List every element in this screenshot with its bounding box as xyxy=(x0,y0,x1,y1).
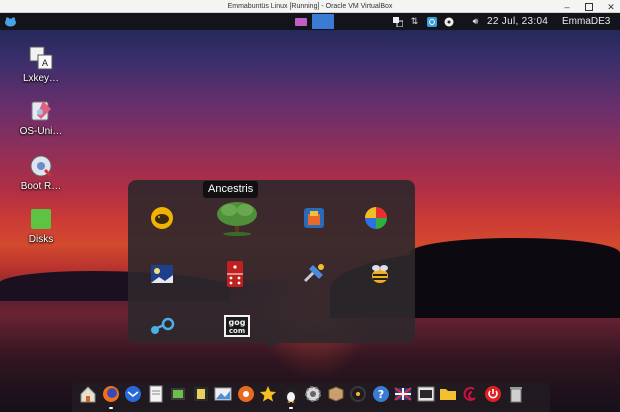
dock-item-folder[interactable] xyxy=(438,386,458,406)
desktop-icon-label: Lxkey… xyxy=(22,73,60,84)
desktop-icon-label: Boot R… xyxy=(20,181,62,192)
help-icon: ? xyxy=(372,385,390,407)
shopping-app-icon xyxy=(304,208,324,228)
boot-repair-icon xyxy=(28,153,54,179)
dock-item-power[interactable] xyxy=(483,386,503,406)
dock-item-text-editor[interactable] xyxy=(146,385,166,407)
settings-gear-icon xyxy=(304,385,322,407)
dock-item-thunderbird[interactable] xyxy=(123,386,143,406)
system-tray: ⇅ 🔊︎ xyxy=(392,15,481,28)
accessibility-icon xyxy=(349,385,367,407)
tools-icon xyxy=(303,264,324,283)
whisker-menu-icon[interactable] xyxy=(3,15,17,28)
app-ancestris[interactable] xyxy=(214,196,260,240)
transfer-icon[interactable]: ⇅ xyxy=(409,16,420,27)
text-editor-icon xyxy=(147,385,165,407)
svg-text:com: com xyxy=(229,327,245,335)
terminal-icon xyxy=(417,385,435,407)
piggy-bank-icon xyxy=(151,207,173,229)
dock-running-indicator xyxy=(108,407,113,409)
vbox-title-bar: Emmabuntüs Linux [Running] - Oracle VM V… xyxy=(0,0,620,13)
film-icon xyxy=(192,385,210,407)
home-folder-icon xyxy=(79,385,97,407)
app-shopping[interactable] xyxy=(294,198,334,238)
svg-text:?: ? xyxy=(377,388,383,401)
workspace-switcher-icon[interactable] xyxy=(290,14,312,29)
app-pinwheel[interactable] xyxy=(356,198,396,238)
media-player-icon xyxy=(237,385,255,407)
dock-item-image-viewer[interactable] xyxy=(213,386,233,406)
folder-popup-arrow xyxy=(265,343,277,349)
svg-text:gog: gog xyxy=(229,318,246,327)
vbox-window-title: Emmabuntüs Linux [Running] - Oracle VM V… xyxy=(227,3,393,10)
update-icon[interactable] xyxy=(426,16,437,27)
app-piggy-bank[interactable] xyxy=(142,198,182,238)
os-uninstaller-icon xyxy=(28,98,54,124)
vbox-window-controls: – ✕ xyxy=(562,0,616,13)
desktop-icon-label: OS-Uni… xyxy=(19,126,63,137)
desktop-icon-boot-repair[interactable]: Boot R… xyxy=(9,153,73,192)
dock-item-package[interactable] xyxy=(326,386,346,406)
pinwheel-icon xyxy=(365,207,387,229)
bee-icon xyxy=(372,265,388,283)
thunderbird-icon xyxy=(124,385,142,407)
steam-icon xyxy=(151,317,175,334)
package-icon xyxy=(327,385,345,407)
panel-username[interactable]: EmmaDE3 xyxy=(562,13,610,30)
minimize-icon[interactable]: – xyxy=(562,2,572,12)
close-icon[interactable]: ✕ xyxy=(606,2,616,12)
app-steam[interactable] xyxy=(142,306,182,346)
dock-item-linux-tux[interactable] xyxy=(281,386,301,406)
firefox-icon xyxy=(102,385,120,407)
dock-item-debian-swirl[interactable] xyxy=(461,386,481,406)
dock-item-flag[interactable] xyxy=(393,386,413,406)
dock-item-media-player[interactable] xyxy=(236,386,256,406)
dock-item-video-editor[interactable] xyxy=(168,386,188,406)
app-night-scene[interactable] xyxy=(142,254,182,294)
image-viewer-icon xyxy=(214,385,232,407)
dock-item-settings-gear[interactable] xyxy=(303,386,323,406)
desktop-icon-disks[interactable]: Disks xyxy=(9,206,73,245)
workspace-active-button[interactable] xyxy=(312,14,334,29)
ancestris-tree-icon xyxy=(217,202,257,236)
dock-item-favorites-star[interactable] xyxy=(258,386,278,406)
dock-item-terminal[interactable] xyxy=(416,386,436,406)
domino-icon xyxy=(227,261,243,287)
svg-text:A: A xyxy=(42,59,49,69)
power-icon xyxy=(484,385,502,407)
media-icon[interactable] xyxy=(443,16,454,27)
top-panel: ⇅ 🔊︎ 22 Jul, 23:04 EmmaDE3 xyxy=(0,13,620,30)
dock-item-trash[interactable] xyxy=(506,386,526,406)
app-bee[interactable] xyxy=(360,254,400,294)
favorites-star-icon xyxy=(259,385,277,407)
volume-icon[interactable]: 🔊︎ xyxy=(470,16,481,27)
wallpaper-trees xyxy=(410,238,620,268)
folder-icon xyxy=(439,385,457,407)
dock-item-firefox[interactable] xyxy=(101,386,121,406)
app-domino[interactable] xyxy=(215,254,255,294)
desktop-icon-lxkeymap[interactable]: A Lxkey… xyxy=(9,45,73,84)
maximize-icon[interactable] xyxy=(584,2,594,12)
dock-item-film[interactable] xyxy=(191,386,211,406)
debian-swirl-icon xyxy=(462,385,480,407)
panel-clock[interactable]: 22 Jul, 23:04 xyxy=(487,13,548,30)
desktop-icon-label: Disks xyxy=(28,234,54,245)
disks-icon xyxy=(28,206,54,232)
dock-running-indicator xyxy=(288,407,293,409)
linux-tux-icon xyxy=(282,385,300,407)
keyboard-layout-icon: A xyxy=(28,45,54,71)
video-editor-icon xyxy=(169,385,187,407)
task-list xyxy=(290,14,334,29)
night-scene-icon xyxy=(151,265,173,283)
app-tools[interactable] xyxy=(294,254,334,294)
trash-icon xyxy=(507,385,525,407)
app-gog[interactable]: gog com xyxy=(217,306,257,346)
gog-icon: gog com xyxy=(224,315,250,337)
dock-item-help[interactable]: ? xyxy=(371,386,391,406)
dock-item-accessibility[interactable] xyxy=(348,386,368,406)
network-icon[interactable] xyxy=(392,16,403,27)
dock-item-home-folder[interactable] xyxy=(78,386,98,406)
flag-icon xyxy=(394,385,412,407)
desktop-icon-os-uninstaller[interactable]: OS-Uni… xyxy=(9,98,73,137)
